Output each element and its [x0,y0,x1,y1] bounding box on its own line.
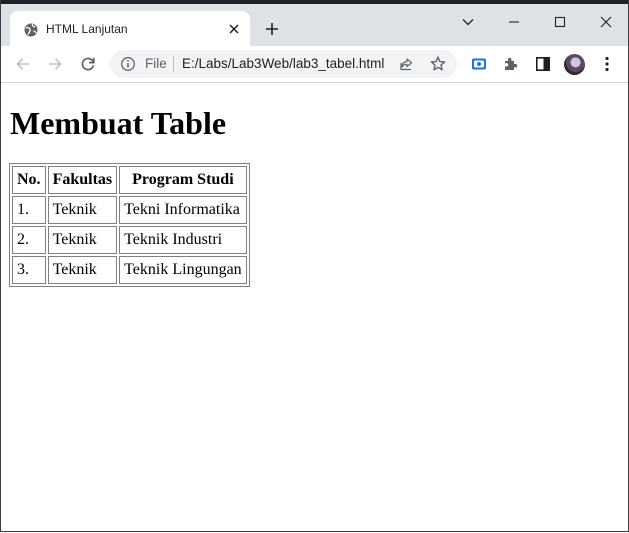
table-cell: 3. [12,256,46,284]
table-cell: Teknik Industri [119,226,247,254]
study-program-table: No. Fakultas Program Studi 1. Teknik Tek… [9,163,250,287]
reload-icon[interactable] [78,54,98,74]
globe-icon [24,23,38,37]
table-header-row: No. Fakultas Program Studi [12,166,247,194]
maximize-icon[interactable] [550,12,570,32]
tab-strip: HTML Lanjutan [1,0,628,50]
table-cell: 1. [12,196,46,224]
table-row: 2. Teknik Teknik Industri [12,226,247,254]
star-icon[interactable] [429,55,447,73]
url-scheme-label: File [145,56,167,71]
table-cell: Teknik Lingungan [119,256,247,284]
omnibox-separator [173,56,174,72]
table-cell: Tekni Informatika [119,196,247,224]
toolbar: File E:/Labs/Lab3Web/lab3_tabel.html [1,46,628,83]
column-header: Fakultas [47,166,118,194]
kebab-menu-icon[interactable] [597,54,617,74]
puzzle-icon[interactable] [501,54,521,74]
page-title: Membuat Table [10,105,227,141]
page-content: Membuat Table No. Fakultas Program Studi… [1,83,628,531]
share-icon[interactable] [398,56,414,72]
plus-icon[interactable] [263,20,281,38]
side-panel-icon[interactable] [533,54,553,74]
tab-active[interactable]: HTML Lanjutan [10,11,250,50]
table-cell: Teknik [47,196,118,224]
arrow-left-icon[interactable] [13,54,33,74]
table-row: 1. Teknik Tekni Informatika [12,196,247,224]
arrow-right-icon[interactable] [45,54,65,74]
cast-icon[interactable] [469,54,489,74]
column-header: Program Studi [119,166,247,194]
address-bar[interactable]: File E:/Labs/Lab3Web/lab3_tabel.html [110,50,457,78]
table-row: 3. Teknik Teknik Lingungan [12,256,247,284]
minimize-icon[interactable] [504,12,524,32]
column-header: No. [12,166,46,194]
url-text[interactable]: E:/Labs/Lab3Web/lab3_tabel.html [182,56,384,72]
table-cell: Teknik [47,256,118,284]
info-icon[interactable] [120,56,136,72]
close-window-icon[interactable] [596,12,616,32]
profile-avatar[interactable] [564,54,585,75]
table-cell: Teknik [47,226,118,254]
chevron-down-icon[interactable] [458,12,478,32]
browser-window: HTML Lanjutan File E:/Labs/Lab3Web/lab3_… [0,0,629,532]
close-icon[interactable] [226,21,242,37]
table-cell: 2. [12,226,46,254]
tab-title: HTML Lanjutan [46,22,128,36]
